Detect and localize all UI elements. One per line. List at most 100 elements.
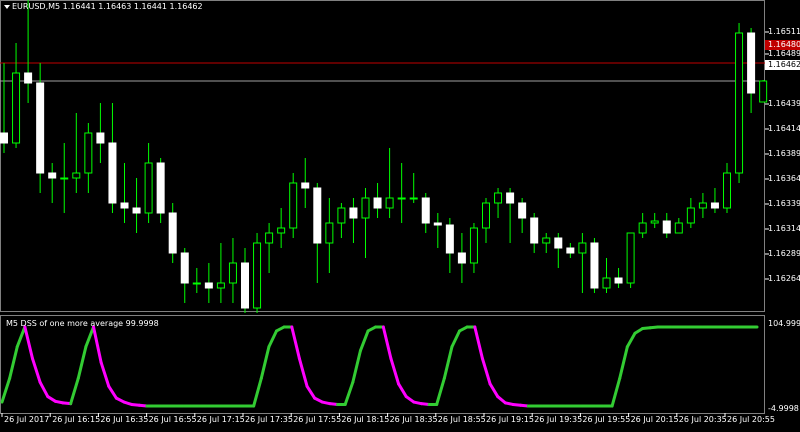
candle-body: [421, 197, 430, 224]
time-axis-label: 26 Jul 19:15: [486, 415, 534, 424]
candle-body: [494, 192, 503, 204]
time-axis-label: 26 Jul 20:15: [630, 415, 679, 424]
candle-body: [24, 72, 33, 84]
candle-body: [289, 182, 298, 229]
candle-body: [759, 80, 768, 103]
candle-body: [723, 172, 731, 209]
price-axis-label: 1.16289: [768, 249, 800, 258]
candle-body: [674, 222, 683, 234]
candle-body: [168, 212, 177, 254]
candle-body: [662, 220, 671, 234]
candle-body: [313, 187, 322, 244]
candle-body: [301, 182, 310, 189]
candle-body: [120, 202, 129, 209]
candle-body: [554, 237, 563, 249]
dss-segment: [435, 376, 446, 406]
price-axis-label: 1.16489: [768, 49, 800, 58]
indicator-title: M5 DSS of one more average 99.9998: [6, 319, 159, 328]
candle-body: [457, 252, 466, 264]
candle-body: [373, 197, 382, 209]
dss-segment: [488, 382, 500, 399]
dss-segment: [351, 349, 362, 384]
candle-body: [602, 277, 611, 289]
candle-body: [180, 252, 189, 284]
candle-body: [228, 262, 237, 284]
candle-body: [409, 197, 418, 200]
time-axis-label: 26 Jul 17:15: [196, 415, 245, 424]
candle-body: [469, 227, 478, 264]
candle-body: [48, 172, 57, 179]
candle-body: [265, 232, 274, 244]
time-axis-label: 26 Jul 19:35: [534, 415, 583, 424]
candle-body: [530, 217, 539, 244]
candle-body: [747, 32, 756, 94]
dss-segment: [397, 382, 408, 399]
dss-segment: [252, 376, 263, 408]
candle-body: [626, 232, 635, 284]
indicator-max-label: 104.9998: [768, 319, 800, 328]
time-axis-label: 26 Jul 18:15: [341, 415, 390, 424]
candle-body: [638, 222, 647, 234]
candle-body: [433, 222, 442, 226]
dss-segment: [297, 357, 309, 388]
chart-window[interactable]: EURUSD,M5 1.16441 1.16463 1.16441 1.1646…: [0, 0, 800, 432]
candle-body: [518, 202, 527, 219]
candle-body: [506, 192, 515, 204]
candle-body: [156, 162, 165, 214]
candle-body: [698, 202, 707, 209]
candle-body: [253, 242, 262, 309]
price-axis-label: 1.16264: [768, 274, 800, 283]
candle-body: [445, 224, 454, 254]
price-axis-label: 1.16339: [768, 199, 800, 208]
time-axis-label: 26 Jul 18:55: [437, 415, 486, 424]
ohlc-values: 1.16441 1.16463 1.16441 1.16462: [62, 2, 203, 11]
time-axis-label: 26 Jul 17:55: [293, 415, 342, 424]
candle-body: [325, 222, 334, 244]
price-axis-label: 1.16511: [768, 27, 800, 36]
candle-body: [241, 262, 249, 309]
dss-segment: [610, 376, 622, 408]
candle-body: [277, 227, 286, 234]
dss-segment: [259, 345, 271, 380]
candle-body: [578, 242, 587, 254]
candle-body: [566, 247, 575, 254]
candle-body: [72, 172, 81, 179]
dss-segment: [267, 329, 279, 349]
candle-body: [710, 202, 719, 209]
dss-segment: [15, 325, 27, 349]
dss-segment: [8, 345, 19, 380]
candle-body: [361, 197, 370, 219]
candle-body: [132, 207, 141, 214]
candle-body: [0, 132, 8, 144]
dss-segment: [625, 331, 637, 349]
dss-segment: [23, 325, 35, 361]
candle-body: [590, 242, 599, 289]
price-axis-label: 1.16439: [768, 99, 800, 108]
symbol-name: EURUSD,M5: [12, 2, 61, 11]
candle-body: [542, 237, 551, 244]
chart-canvas[interactable]: [0, 0, 800, 432]
price-axis-label: 1.16314: [768, 224, 800, 233]
dss-segment: [450, 329, 462, 349]
time-axis-label: 26 Jul 19:55: [582, 415, 631, 424]
candle-body: [96, 132, 105, 144]
candle-body: [735, 32, 744, 174]
dss-segment: [305, 384, 317, 400]
symbol-menu-arrow-icon[interactable]: [4, 5, 10, 9]
dss-segment: [107, 384, 118, 400]
price-axis-label: 1.16389: [768, 149, 800, 158]
dss-segment: [92, 325, 103, 365]
candle-body: [482, 202, 490, 229]
symbol-header: EURUSD,M5 1.16441 1.16463 1.16441 1.1646…: [12, 2, 203, 11]
dss-segment: [38, 380, 50, 399]
price-axis-label: 1.16364: [768, 174, 800, 183]
time-axis-label: 26 Jul 20:35: [678, 415, 727, 424]
dss-segment: [0, 376, 12, 404]
price-axis-label: 1.16414: [768, 124, 800, 133]
candle-body: [216, 282, 225, 289]
time-axis-label: 26 Jul 20:55: [727, 415, 775, 424]
candle-body: [349, 207, 358, 219]
dss-segment: [442, 345, 454, 380]
time-axis-label: 26 Jul 2017: [4, 415, 50, 424]
dss-segment: [480, 357, 492, 386]
